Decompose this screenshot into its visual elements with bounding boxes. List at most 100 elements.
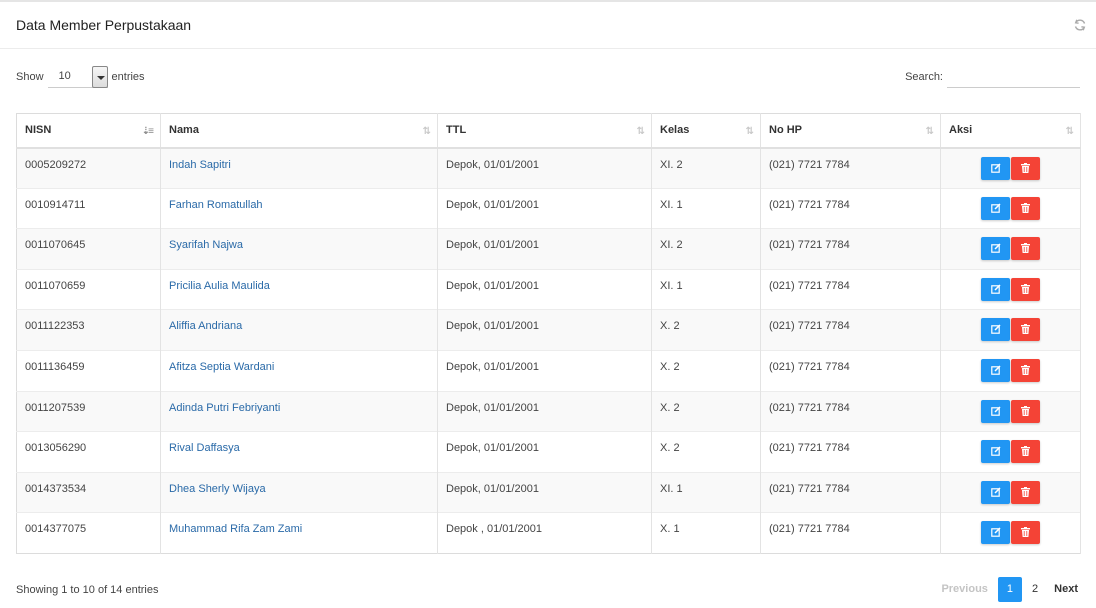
delete-button[interactable]	[1011, 277, 1040, 301]
cell-kelas: X. 2	[651, 390, 761, 432]
cell-no-hp: (021) 7721 7784	[760, 309, 941, 351]
length-control: Show 10 entries	[16, 66, 145, 88]
member-name-link[interactable]: Adinda Putri Febriyanti	[169, 402, 280, 414]
column-header-nisn[interactable]: NISN ⇣≡	[16, 113, 161, 149]
edit-button[interactable]	[981, 521, 1010, 545]
delete-button[interactable]	[1011, 156, 1040, 180]
sort-asc-icon: ⇣≡	[141, 126, 154, 137]
cell-nama: Muhammad Rifa Zam Zami	[160, 512, 438, 554]
cell-kelas: X. 2	[651, 349, 761, 392]
trash-icon	[1021, 283, 1030, 294]
edit-button[interactable]	[981, 358, 1010, 382]
edit-button[interactable]	[981, 277, 1010, 301]
cell-ttl: Depok, 01/01/2001	[437, 349, 652, 392]
edit-button[interactable]	[981, 156, 1010, 180]
chevron-down-icon[interactable]	[91, 66, 108, 88]
edit-button[interactable]	[981, 237, 1010, 261]
previous-page-button[interactable]: Previous	[933, 577, 995, 602]
trash-icon	[1021, 364, 1030, 375]
cell-ttl: Depok, 01/01/2001	[437, 268, 652, 310]
edit-button[interactable]	[981, 196, 1010, 220]
column-header-no-hp[interactable]: No HP ⇅	[760, 113, 941, 149]
member-name-link[interactable]: Afitza Septia Wardani	[169, 361, 274, 373]
refresh-icon[interactable]	[1073, 18, 1087, 32]
cell-kelas: XI. 1	[651, 187, 761, 229]
cell-no-hp: (021) 7721 7784	[760, 390, 941, 432]
cell-nama: Pricilia Aulia Maulida	[160, 268, 438, 310]
member-name-link[interactable]: Pricilia Aulia Maulida	[169, 280, 270, 292]
column-header-ttl[interactable]: TTL ⇅	[437, 113, 652, 149]
page-button-1[interactable]: 1	[997, 577, 1023, 602]
trash-icon	[1021, 324, 1030, 335]
delete-button[interactable]	[1011, 196, 1040, 220]
page-button-2[interactable]: 2	[1024, 577, 1046, 602]
sort-icon: ⇅	[745, 126, 755, 137]
edit-icon	[991, 487, 1001, 497]
member-name-link[interactable]: Farhan Romatullah	[169, 199, 263, 211]
delete-button[interactable]	[1011, 399, 1040, 423]
delete-button[interactable]	[1011, 318, 1040, 342]
edit-button[interactable]	[981, 440, 1010, 464]
cell-aksi	[940, 390, 1081, 432]
table-row: 0013056290 Rival Daffasya Depok, 01/01/200…	[16, 431, 1081, 473]
cell-kelas: XI. 1	[651, 471, 761, 513]
cell-no-hp: (021) 7721 7784	[760, 431, 941, 473]
trash-icon	[1021, 243, 1030, 254]
member-name-link[interactable]: Indah Sapitri	[169, 159, 231, 171]
cell-nisn: 0005209272	[16, 147, 161, 189]
cell-kelas: XI. 2	[651, 228, 761, 270]
cell-aksi	[940, 471, 1081, 513]
member-name-link[interactable]: Aliffia Andriana	[169, 320, 242, 332]
column-header-nama[interactable]: Nama ⇅	[160, 113, 438, 149]
show-label: Show	[16, 71, 44, 83]
delete-button[interactable]	[1011, 480, 1040, 504]
table-header-row: NISN ⇣≡ Nama ⇅ TTL ⇅ Kelas ⇅ No HP ⇅ Aksi ⇅	[16, 113, 1081, 149]
delete-button[interactable]	[1011, 237, 1040, 261]
edit-icon	[991, 527, 1001, 538]
member-name-link[interactable]: Dhea Sherly Wijaya	[169, 483, 266, 495]
page-length-value: 10	[58, 70, 71, 82]
cell-nama: Aliffia Andriana	[160, 309, 438, 351]
page-length-select[interactable]: 10	[47, 66, 108, 88]
trash-icon	[1021, 162, 1030, 173]
cell-aksi	[940, 512, 1081, 554]
search-label: Search:	[905, 71, 943, 83]
cell-no-hp: (021) 7721 7784	[760, 228, 941, 270]
cell-nama: Rival Daffasya	[160, 431, 438, 473]
trash-icon	[1021, 202, 1030, 213]
cell-nama: Adinda Putri Febriyanti	[160, 390, 438, 432]
sort-icon: ⇅	[636, 126, 646, 137]
cell-nisn: 0010914711	[16, 187, 161, 229]
member-name-link[interactable]: Muhammad Rifa Zam Zami	[169, 523, 302, 535]
delete-button[interactable]	[1011, 358, 1040, 382]
table-row: 0014373534 Dhea Sherly Wijaya Depok, 01/01…	[16, 471, 1081, 513]
edit-button[interactable]	[981, 318, 1010, 342]
cell-aksi	[940, 187, 1081, 229]
cell-no-hp: (021) 7721 7784	[760, 349, 941, 392]
cell-nisn: 0011070645	[16, 228, 161, 270]
delete-button[interactable]	[1011, 440, 1040, 464]
delete-button[interactable]	[1011, 521, 1040, 545]
cell-ttl: Depok, 01/01/2001	[437, 228, 652, 270]
panel-header: Data Member Perpustakaan	[0, 0, 1096, 49]
cell-ttl: Depok , 01/01/2001	[437, 512, 652, 554]
cell-kelas: XI. 1	[651, 268, 761, 310]
column-header-kelas[interactable]: Kelas ⇅	[651, 113, 761, 149]
cell-nisn: 0011207539	[16, 390, 161, 432]
column-header-aksi[interactable]: Aksi ⇅	[940, 113, 1081, 149]
member-name-link[interactable]: Syarifah Najwa	[169, 239, 243, 251]
table-row: 0011070645 Syarifah Najwa Depok, 01/01/200…	[16, 228, 1081, 270]
cell-no-hp: (021) 7721 7784	[760, 268, 941, 310]
cell-kelas: XI. 2	[651, 147, 761, 189]
cell-no-hp: (021) 7721 7784	[760, 147, 941, 189]
cell-kelas: X. 2	[651, 431, 761, 473]
edit-button[interactable]	[981, 399, 1010, 423]
table-info: Showing 1 to 10 of 14 entries	[16, 584, 159, 596]
search-input[interactable]	[947, 66, 1080, 88]
member-name-link[interactable]: Rival Daffasya	[169, 442, 240, 454]
cell-nisn: 0013056290	[16, 431, 161, 473]
next-page-button[interactable]: Next	[1046, 577, 1086, 602]
sort-icon: ⇅	[422, 126, 432, 137]
edit-button[interactable]	[981, 480, 1010, 504]
pagination: Previous 1 2 Next	[933, 577, 1086, 602]
